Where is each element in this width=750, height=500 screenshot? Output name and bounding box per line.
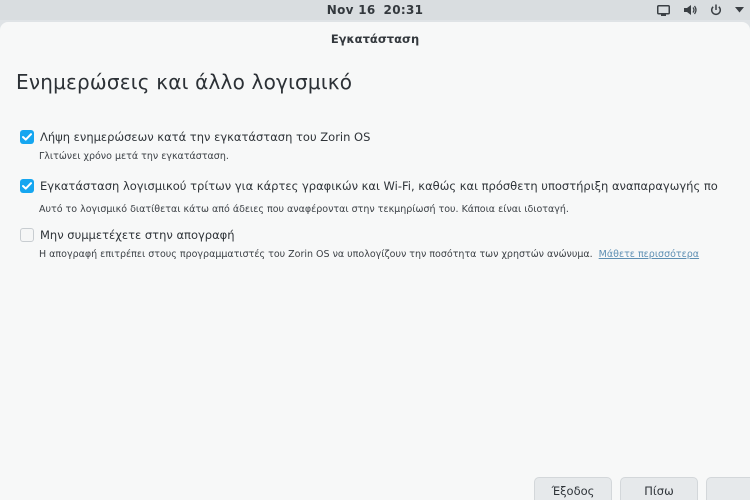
quit-button[interactable]: Έξοδος <box>534 477 612 500</box>
back-button[interactable]: Πίσω <box>620 477 698 500</box>
census-optout-label[interactable]: Μην συμμετέχετε στην απογραφή <box>40 228 235 242</box>
option-third-party-software[interactable]: Εγκατάσταση λογισμικού τρίτων για κάρτες… <box>20 179 718 193</box>
census-description-text: Η απογραφή επιτρέπει στους προγραμματιστ… <box>39 249 593 260</box>
download-updates-checkbox[interactable] <box>20 130 34 144</box>
download-updates-label[interactable]: Λήψη ενημερώσεων κατά την εγκατάσταση το… <box>40 130 370 144</box>
clock[interactable]: Nov 16 20:31 <box>327 3 424 17</box>
page-title: Ενημερώσεις και άλλο λογισμικό <box>16 70 353 94</box>
option-download-updates[interactable]: Λήψη ενημερώσεων κατά την εγκατάσταση το… <box>20 130 370 144</box>
third-party-checkbox[interactable] <box>20 179 34 193</box>
learn-more-link[interactable]: Μάθετε περισσότερα <box>599 249 699 260</box>
third-party-description: Αυτό το λογισμικό διατίθεται κάτω από άδ… <box>39 204 569 215</box>
checkmark-icon <box>22 133 32 141</box>
census-description: Η απογραφή επιτρέπει στους προγραμματιστ… <box>39 249 699 260</box>
system-tray[interactable] <box>657 0 744 20</box>
installer-window: Εγκατάσταση Ενημερώσεις και άλλο λογισμι… <box>0 22 750 500</box>
menu-arrow-icon[interactable] <box>735 7 744 13</box>
power-icon[interactable] <box>710 4 722 16</box>
clock-date: Nov 16 <box>326 3 376 17</box>
checkmark-icon <box>22 182 32 190</box>
volume-icon[interactable] <box>683 4 697 16</box>
census-optout-checkbox[interactable] <box>20 228 34 242</box>
download-updates-description: Γλιτώνει χρόνο μετά την εγκατάσταση. <box>39 151 229 162</box>
window-titlebar[interactable]: Εγκατάσταση <box>0 22 750 56</box>
option-census-optout[interactable]: Μην συμμετέχετε στην απογραφή <box>20 228 235 242</box>
third-party-label[interactable]: Εγκατάσταση λογισμικού τρίτων για κάρτες… <box>40 179 718 193</box>
window-title: Εγκατάσταση <box>330 32 420 46</box>
next-button[interactable] <box>706 477 750 500</box>
clock-time: 20:31 <box>383 3 424 17</box>
top-bar: Nov 16 20:31 <box>0 0 750 20</box>
display-icon[interactable] <box>657 4 670 16</box>
